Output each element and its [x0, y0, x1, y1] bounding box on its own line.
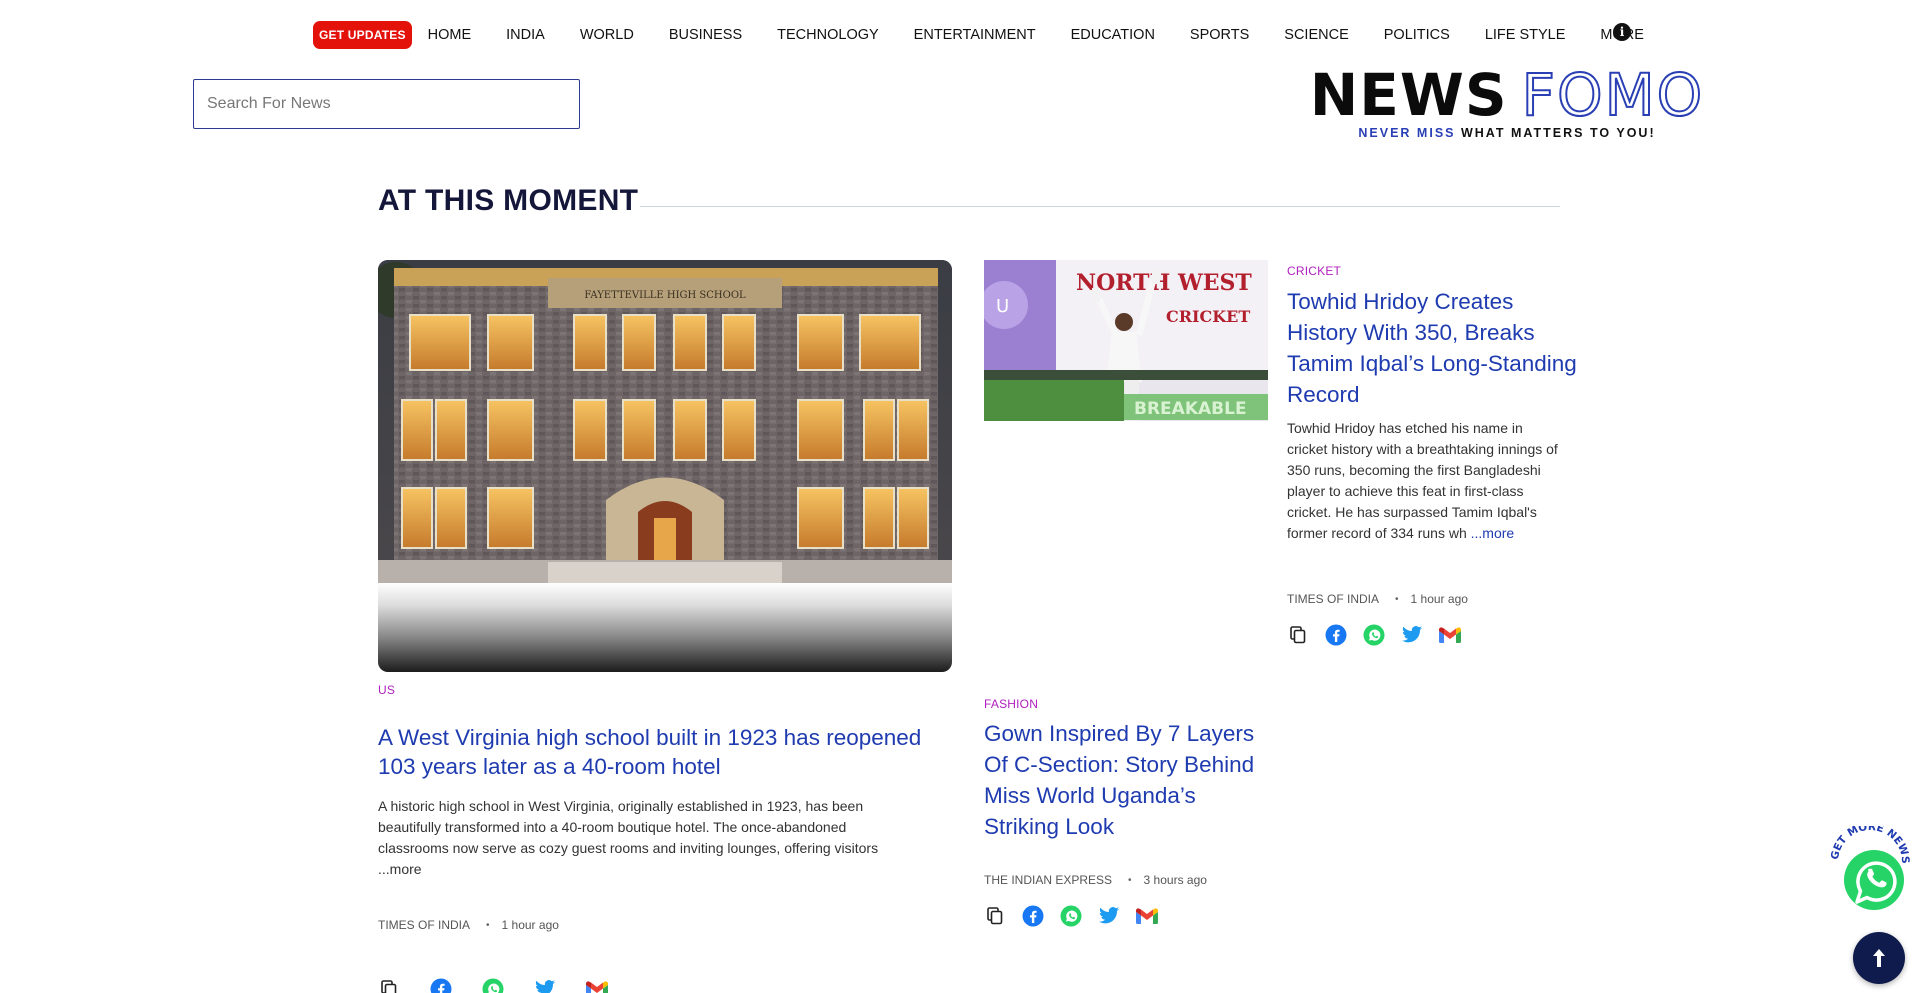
- site-logo[interactable]: NEWS FOMO NEVER MISS WHAT MATTERS TO YOU…: [1310, 65, 1704, 140]
- school-building-illustration: FAYETTEVILLE HIGH SCHOOL: [378, 260, 952, 583]
- nav-item-science[interactable]: SCIENCE: [1284, 27, 1348, 43]
- nav-item-home[interactable]: HOME: [428, 27, 472, 43]
- article-meta: TIMES OF INDIA • 1 hour ago: [378, 918, 559, 932]
- copy-icon[interactable]: [984, 905, 1006, 927]
- article-headline[interactable]: A West Virginia high school built in 192…: [378, 723, 938, 782]
- whatsapp-float-button[interactable]: GET MORE NEWS ON: [1820, 817, 1914, 916]
- image-sign-text: FAYETTEVILLE HIGH SCHOOL: [584, 290, 746, 301]
- image-gradient-overlay: [378, 583, 952, 672]
- nav-item-business[interactable]: BUSINESS: [669, 27, 742, 43]
- twitter-icon[interactable]: [1098, 905, 1120, 927]
- article-description: A historic high school in West Virginia,…: [378, 796, 918, 880]
- image-banner-text: BREAKABLE: [1134, 399, 1247, 419]
- tagline-highlight: NEVER MISS: [1358, 126, 1456, 140]
- search-input[interactable]: [193, 79, 580, 129]
- scroll-to-top-button[interactable]: [1853, 932, 1905, 984]
- whatsapp-icon[interactable]: [482, 978, 504, 993]
- nav-item-entertainment[interactable]: ENTERTAINMENT: [914, 27, 1036, 43]
- logo-word-news: NEWS: [1309, 61, 1508, 129]
- logo-word-fomo: FOMO: [1521, 61, 1705, 129]
- article-tag[interactable]: US: [378, 683, 395, 697]
- nav-item-sports[interactable]: SPORTS: [1190, 27, 1249, 43]
- article-source[interactable]: THE INDIAN EXPRESS: [984, 873, 1112, 887]
- arrow-up-icon: [1873, 949, 1885, 967]
- article-meta: THE INDIAN EXPRESS • 3 hours ago: [984, 873, 1207, 887]
- read-more-link[interactable]: ...more: [378, 861, 422, 877]
- share-bar: [378, 978, 624, 993]
- article-headline[interactable]: Towhid Hridoy Creates History With 350, …: [1287, 286, 1577, 410]
- nav-item-life-style[interactable]: LIFE STYLE: [1485, 27, 1566, 43]
- whatsapp-icon: GET MORE NEWS ON: [1820, 817, 1911, 910]
- article-image-hotel[interactable]: FAYETTEVILLE HIGH SCHOOL: [378, 260, 952, 672]
- section-divider: [640, 206, 1560, 207]
- article-description-text: A historic high school in West Virginia,…: [378, 798, 879, 856]
- twitter-icon[interactable]: [534, 978, 556, 993]
- article-source[interactable]: TIMES OF INDIA: [1287, 592, 1379, 606]
- copy-icon[interactable]: [378, 978, 400, 993]
- article-description: Towhid Hridoy has etched his name in cri…: [1287, 418, 1562, 544]
- whatsapp-icon[interactable]: [1363, 624, 1385, 646]
- article-source[interactable]: TIMES OF INDIA: [378, 918, 470, 932]
- info-icon[interactable]: i: [1613, 23, 1631, 41]
- article-time: 3 hours ago: [1143, 873, 1207, 887]
- article-time: 1 hour ago: [501, 918, 559, 932]
- whatsapp-icon[interactable]: [1060, 905, 1082, 927]
- article-tag[interactable]: FASHION: [984, 697, 1038, 711]
- article-tag[interactable]: CRICKET: [1287, 264, 1341, 278]
- article-time: 1 hour ago: [1410, 592, 1468, 606]
- share-bar: [1287, 624, 1477, 646]
- read-more-link[interactable]: ...more: [1471, 525, 1515, 541]
- facebook-icon[interactable]: [430, 978, 452, 993]
- share-bar: [984, 905, 1174, 927]
- top-navigation: GET UPDATES HOME INDIA WORLD BUSINESS TE…: [313, 20, 1644, 50]
- get-updates-button[interactable]: GET UPDATES: [313, 21, 412, 49]
- article-meta: TIMES OF INDIA • 1 hour ago: [1287, 592, 1468, 606]
- image-sign-cricket: CRICKET: [1166, 307, 1250, 326]
- article-description-text: Towhid Hridoy has etched his name in cri…: [1287, 420, 1558, 541]
- copy-icon[interactable]: [1287, 624, 1309, 646]
- nav-item-world[interactable]: WORLD: [580, 27, 634, 43]
- gmail-icon[interactable]: [1136, 905, 1158, 927]
- nav-item-technology[interactable]: TECHNOLOGY: [777, 27, 879, 43]
- nav-item-politics[interactable]: POLITICS: [1384, 27, 1450, 43]
- gmail-icon[interactable]: [1439, 624, 1461, 646]
- twitter-icon[interactable]: [1401, 624, 1423, 646]
- gmail-icon[interactable]: [586, 978, 608, 993]
- article-image-cricket[interactable]: U NORTH WEST CRICKET BREAKABLE: [984, 260, 1268, 421]
- meta-separator: •: [486, 919, 490, 931]
- image-sign-north-west: NORTH WEST: [1076, 270, 1252, 296]
- meta-separator: •: [1395, 593, 1399, 605]
- cricket-player-illustration: U NORTH WEST CRICKET BREAKABLE: [984, 260, 1268, 421]
- article-headline[interactable]: Gown Inspired By 7 Layers Of C-Section: …: [984, 718, 1274, 842]
- nav-item-india[interactable]: INDIA: [506, 27, 545, 43]
- facebook-icon[interactable]: [1325, 624, 1347, 646]
- section-title: AT THIS MOMENT: [378, 184, 639, 217]
- nav-item-education[interactable]: EDUCATION: [1071, 27, 1155, 43]
- logo-tagline: NEVER MISS WHAT MATTERS TO YOU!: [1314, 126, 1700, 140]
- meta-separator: •: [1128, 874, 1132, 886]
- svg-text:U: U: [996, 296, 1009, 317]
- tagline-rest: WHAT MATTERS TO YOU!: [1460, 126, 1656, 140]
- facebook-icon[interactable]: [1022, 905, 1044, 927]
